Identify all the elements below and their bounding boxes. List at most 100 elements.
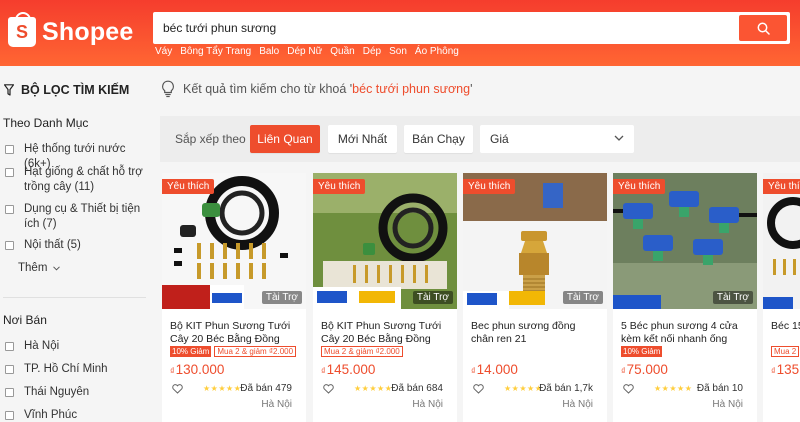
currency-symbol: ₫	[321, 366, 326, 376]
rating-stars: ★★★★★	[203, 384, 242, 393]
price-value: 14.000	[476, 362, 518, 377]
product-title[interactable]: Bộ KIT Phun Sương Tưới Cây 20 Béc Bằng Đ…	[321, 320, 451, 346]
suggestion-link[interactable]: Dép	[363, 46, 381, 57]
suggestion-link[interactable]: Balo	[259, 46, 279, 57]
location-filter-item[interactable]: Thái Nguyên	[5, 385, 155, 400]
product-image[interactable]: Yêu thích Tài Trợ	[613, 173, 757, 309]
search-suggestions: Váy Bông Tẩy Trang Balo Dép Nữ Quần Dép …	[155, 46, 459, 57]
search-icon	[757, 22, 770, 35]
favorite-badge: Yêu thích	[463, 179, 516, 194]
header: S Shopee Váy Bông Tẩy Trang Balo Dép Nữ …	[0, 0, 800, 66]
divider	[3, 297, 146, 298]
filter-sidebar: BỘ LỌC TÌM KIẾM Theo Danh Mục Hệ thống t…	[0, 66, 160, 422]
sort-bestseller-button[interactable]: Bán Chạy	[404, 125, 473, 153]
chevron-down-icon	[53, 265, 61, 271]
price-sort-label: Giá	[490, 132, 509, 146]
checkbox[interactable]	[5, 145, 14, 154]
checkbox[interactable]	[5, 342, 14, 351]
location-label: Hà Nội	[24, 340, 60, 352]
discount-tag: 10% Giảm	[170, 346, 212, 357]
product-image[interactable]: Yêu thích Tài Trợ	[162, 173, 306, 309]
product-card[interactable]: Yêu thích Béc 15 đồng kết nối 15... Mua …	[763, 173, 800, 422]
category-filter-item[interactable]: Dụng cụ & Thiết bị tiện ích (7)	[5, 202, 155, 232]
rating-stars: ★★★★★	[504, 384, 543, 393]
checkbox[interactable]	[5, 168, 14, 177]
heart-icon[interactable]	[323, 384, 334, 394]
favorite-badge: Yêu thích	[763, 179, 800, 194]
product-title[interactable]: Bec phun sương đồng chân ren 21	[471, 320, 601, 346]
price-value: 145.000	[326, 362, 376, 377]
price-value: 130.000	[175, 362, 225, 377]
price-value: 75.000	[626, 362, 668, 377]
sort-newest-button[interactable]: Mới Nhất	[328, 125, 397, 153]
price-value: 135.0	[776, 362, 800, 377]
checkbox[interactable]	[5, 388, 14, 397]
checkbox[interactable]	[5, 241, 14, 250]
heart-icon[interactable]	[172, 384, 183, 394]
heart-icon[interactable]	[623, 384, 634, 394]
suggestion-link[interactable]: Bông Tẩy Trang	[180, 46, 251, 57]
suggestion-link[interactable]: Quần	[330, 46, 354, 57]
location-filter-item[interactable]: Vĩnh Phúc	[5, 408, 155, 422]
location-filter-item[interactable]: TP. Hồ Chí Minh	[5, 362, 155, 377]
product-title[interactable]: 5 Béc phun sương 4 cửa kèm kết nối nhanh…	[621, 320, 751, 346]
product-card[interactable]: Yêu thích Tài Trợ Bộ KIT Phun Sương Tưới…	[162, 173, 306, 422]
price-sort-select[interactable]: Giá	[480, 125, 634, 153]
sold-count: Đã bán 1,7k	[539, 383, 593, 394]
checkbox[interactable]	[5, 205, 14, 214]
product-image[interactable]: Yêu thích Tài Trợ	[463, 173, 607, 309]
chevron-down-icon	[614, 135, 624, 141]
location-filter-item[interactable]: Hà Nội	[5, 339, 155, 354]
checkbox[interactable]	[5, 411, 14, 420]
filter-title-label: BỘ LỌC TÌM KIẾM	[21, 83, 130, 97]
product-image[interactable]: Yêu thích Tài Trợ	[313, 173, 457, 309]
sponsored-badge: Tài Trợ	[712, 291, 753, 304]
search-result-summary: Kết quả tìm kiếm cho từ khoá ' béc tưới p…	[161, 80, 472, 98]
sponsored-badge: Tài Trợ	[412, 291, 453, 304]
product-title[interactable]: Bộ KIT Phun Sương Tưới Cây 20 Béc Bằng Đ…	[170, 320, 300, 346]
favorite-badge: Yêu thích	[613, 179, 666, 194]
promo-tags: 10% Giảm	[621, 346, 663, 357]
product-image[interactable]: Yêu thích	[763, 173, 800, 309]
search-input[interactable]	[153, 12, 738, 44]
suggestion-link[interactable]: Áo Phông	[415, 46, 459, 57]
logo-letter: S	[15, 22, 28, 42]
sort-relevance-button[interactable]: Liên Quan	[250, 125, 320, 153]
product-price: ₫75.000	[621, 362, 668, 377]
category-filter-item[interactable]: Hạt giống & chất hỗ trợ trồng cây (11)	[5, 165, 155, 195]
product-card[interactable]: Yêu thích Tài Trợ 5 Béc phun sương 4 cửa…	[613, 173, 757, 422]
sold-count: Đã bán 684	[391, 383, 443, 394]
category-filter-item[interactable]: Nội thất (5)	[5, 238, 155, 253]
suggestion-link[interactable]: Son	[389, 46, 407, 57]
location-label: Thái Nguyên	[24, 386, 90, 398]
heart-icon[interactable]	[473, 384, 484, 394]
show-more-label: Thêm	[18, 262, 48, 274]
result-keyword: béc tưới phun sương	[352, 82, 471, 96]
product-title[interactable]: Béc 15 đồng kết nối 15...	[771, 320, 800, 346]
rating-stars: ★★★★★	[654, 384, 693, 393]
sort-bar: Sắp xếp theo Liên Quan Mới Nhất Bán Chạy…	[160, 116, 800, 162]
location-section-title: Nơi Bán	[3, 313, 47, 327]
filter-icon	[4, 84, 14, 96]
favorite-badge: Yêu thích	[313, 179, 366, 194]
product-price: ₫135.0	[771, 362, 800, 377]
product-price: ₫14.000	[471, 362, 518, 377]
promo-tags: Mua 2 & giảm ₫2.000	[321, 346, 403, 357]
currency-symbol: ₫	[621, 366, 626, 376]
shopee-logo[interactable]: S Shopee	[8, 12, 134, 47]
discount-tag: 10% Giảm	[621, 346, 663, 357]
product-price: ₫130.000	[170, 362, 224, 377]
suggestion-link[interactable]: Dép Nữ	[287, 46, 322, 57]
currency-symbol: ₫	[771, 366, 776, 376]
seller-location: Hà Nội	[261, 399, 292, 410]
result-suffix: '	[470, 82, 473, 96]
checkbox[interactable]	[5, 365, 14, 374]
product-card[interactable]: Yêu thích Tài Trợ Bộ KIT Phun Sương Tưới…	[313, 173, 457, 422]
suggestion-link[interactable]: Váy	[155, 46, 172, 57]
seller-location: Hà Nội	[712, 399, 743, 410]
favorite-badge: Yêu thích	[162, 179, 215, 194]
search-button[interactable]	[739, 15, 787, 41]
show-more-button[interactable]: Thêm	[18, 262, 61, 274]
product-card[interactable]: Yêu thích Tài Trợ Bec phun sương đồng ch…	[463, 173, 607, 422]
sold-count: Đã bán 10	[696, 383, 743, 394]
